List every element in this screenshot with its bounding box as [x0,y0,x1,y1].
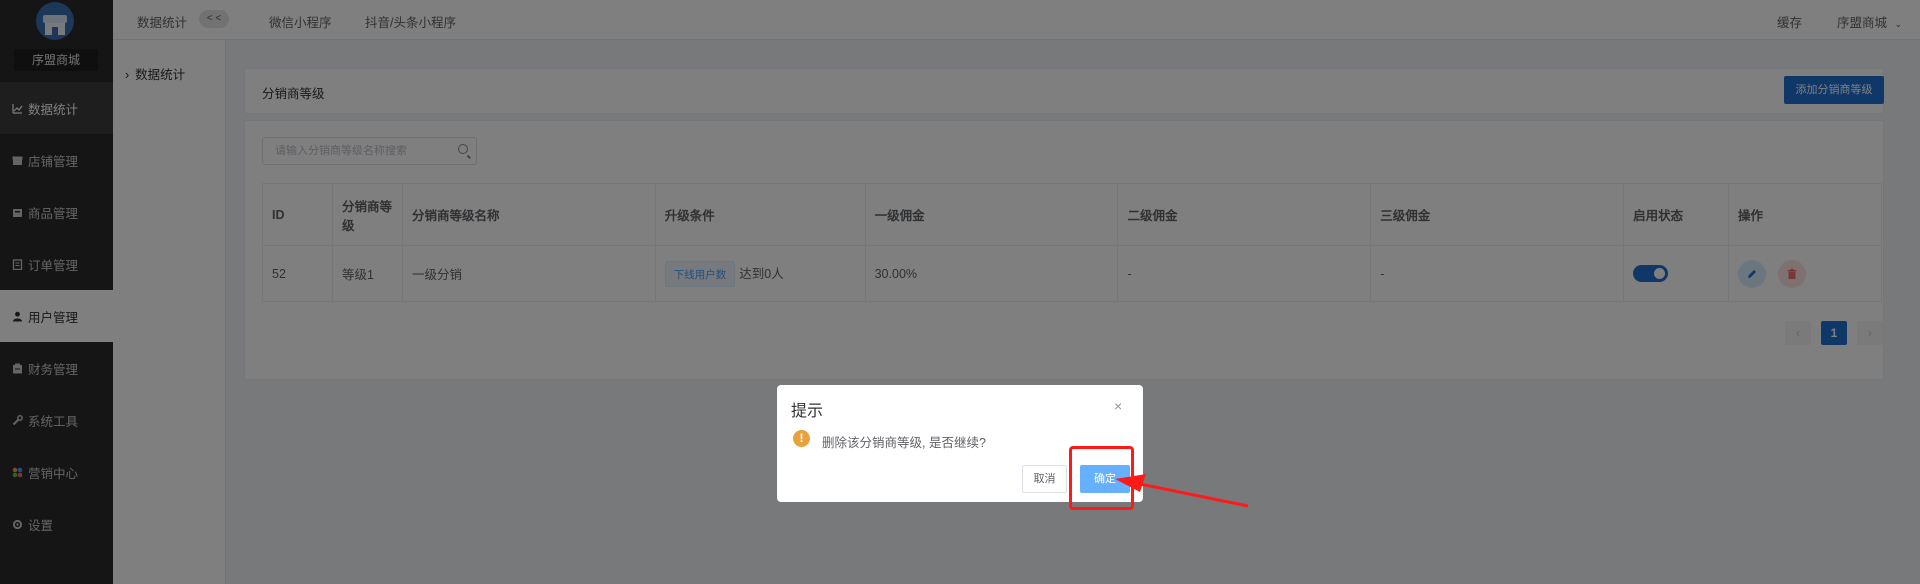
dialog-message: 删除该分销商等级, 是否继续? [822,436,986,450]
warning-icon: ! [793,430,810,447]
cancel-button[interactable]: 取消 [1022,465,1067,493]
annotation-arrow-icon [1115,474,1249,508]
dialog-title: 提示 [791,403,824,420]
close-icon[interactable]: × [1114,398,1122,414]
